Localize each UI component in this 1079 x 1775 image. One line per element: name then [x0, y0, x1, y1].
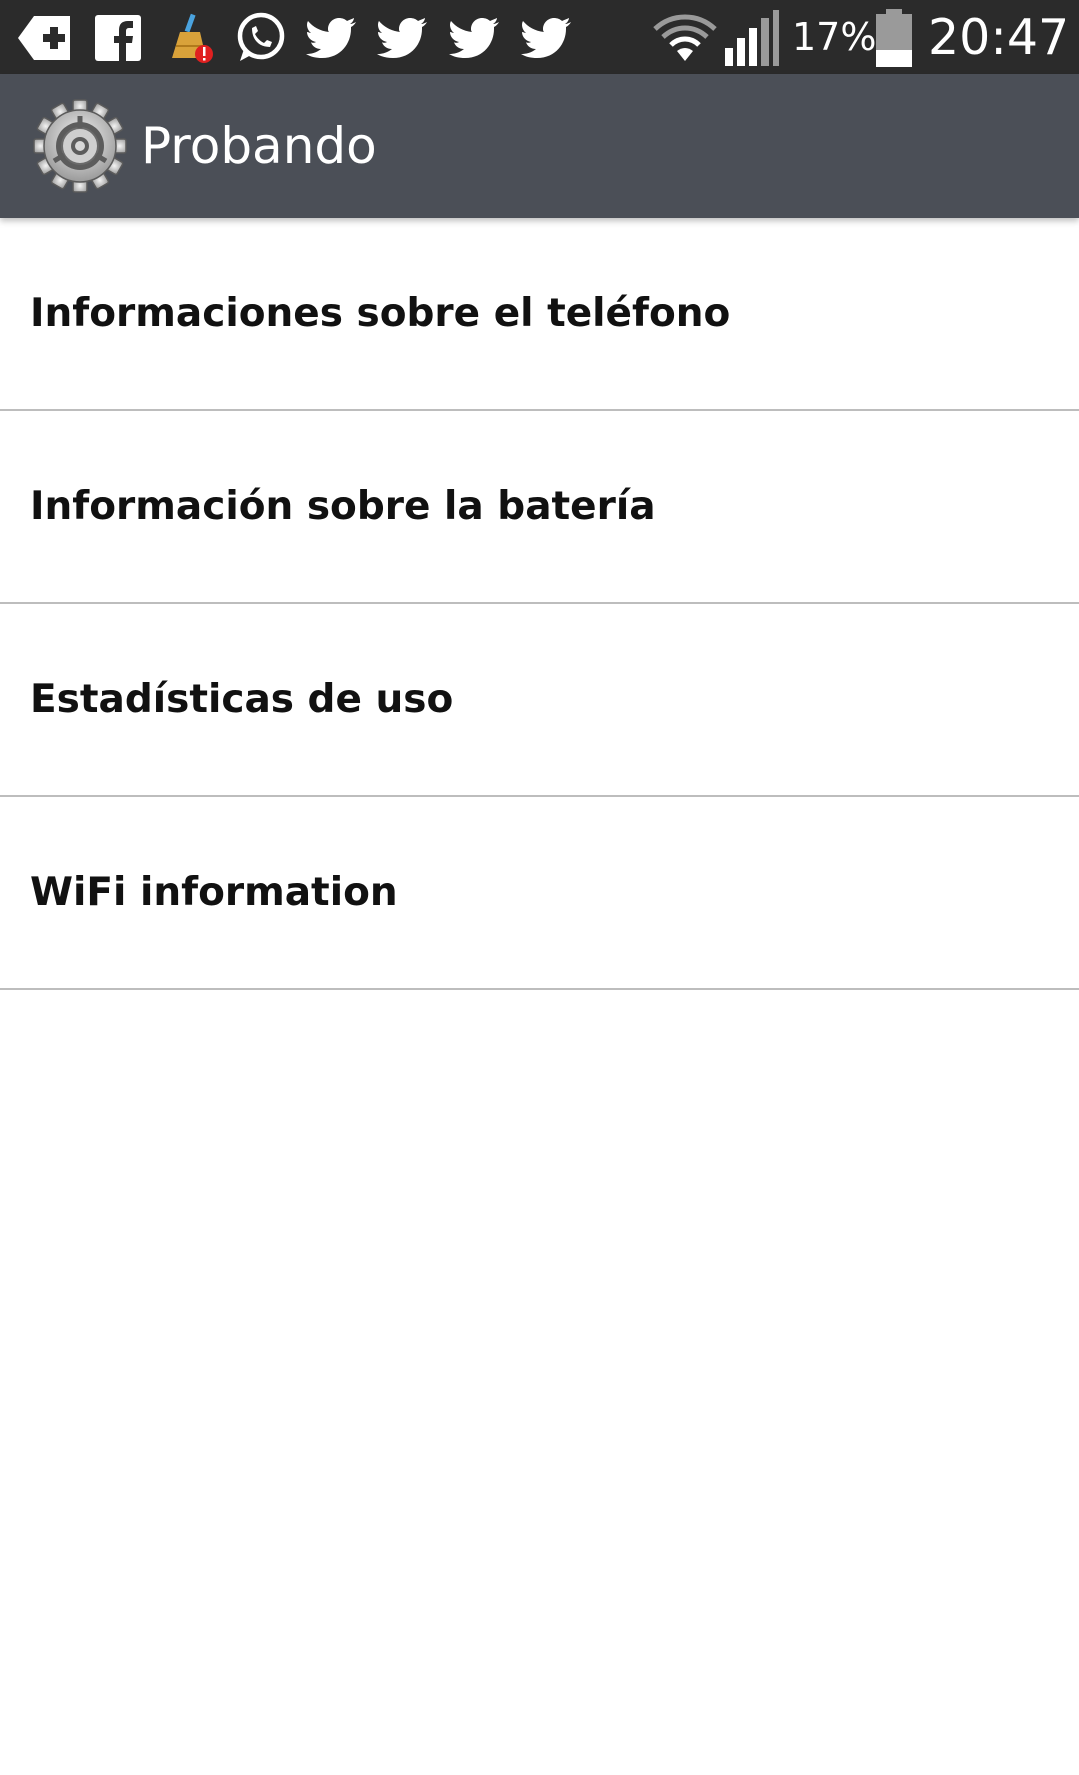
whatsapp-icon: [230, 8, 290, 68]
menu-list: Informaciones sobre el teléfono Informac…: [0, 218, 1079, 990]
twitter-icon: [517, 8, 577, 68]
twitter-icon: [302, 8, 362, 68]
list-item-phone-info[interactable]: Informaciones sobre el teléfono: [0, 218, 1079, 411]
app-bar: Probando: [0, 74, 1079, 218]
list-item-battery-info[interactable]: Información sobre la batería: [0, 411, 1079, 604]
list-item-usage-stats[interactable]: Estadísticas de uso: [0, 604, 1079, 797]
twitter-icon: [373, 8, 433, 68]
gear-icon[interactable]: [32, 98, 128, 194]
page-title: Probando: [141, 117, 377, 175]
status-time: 20:47: [928, 8, 1070, 66]
cleaner-broom-alert-icon: [160, 8, 220, 68]
wifi-icon: [650, 8, 720, 68]
list-item-label: WiFi information: [30, 870, 398, 915]
cell-signal-icon: [720, 8, 782, 68]
status-bar: 17% 20:47: [0, 0, 1079, 74]
add-box-icon: [14, 8, 74, 68]
list-item-label: Estadísticas de uso: [30, 677, 454, 722]
battery-low-icon: [872, 8, 916, 68]
list-item-label: Información sobre la batería: [30, 484, 656, 529]
list-item-label: Informaciones sobre el teléfono: [30, 291, 731, 336]
list-item-wifi-info[interactable]: WiFi information: [0, 797, 1079, 990]
battery-percent: 17%: [792, 15, 877, 59]
twitter-icon: [445, 8, 505, 68]
facebook-icon: [88, 8, 148, 68]
